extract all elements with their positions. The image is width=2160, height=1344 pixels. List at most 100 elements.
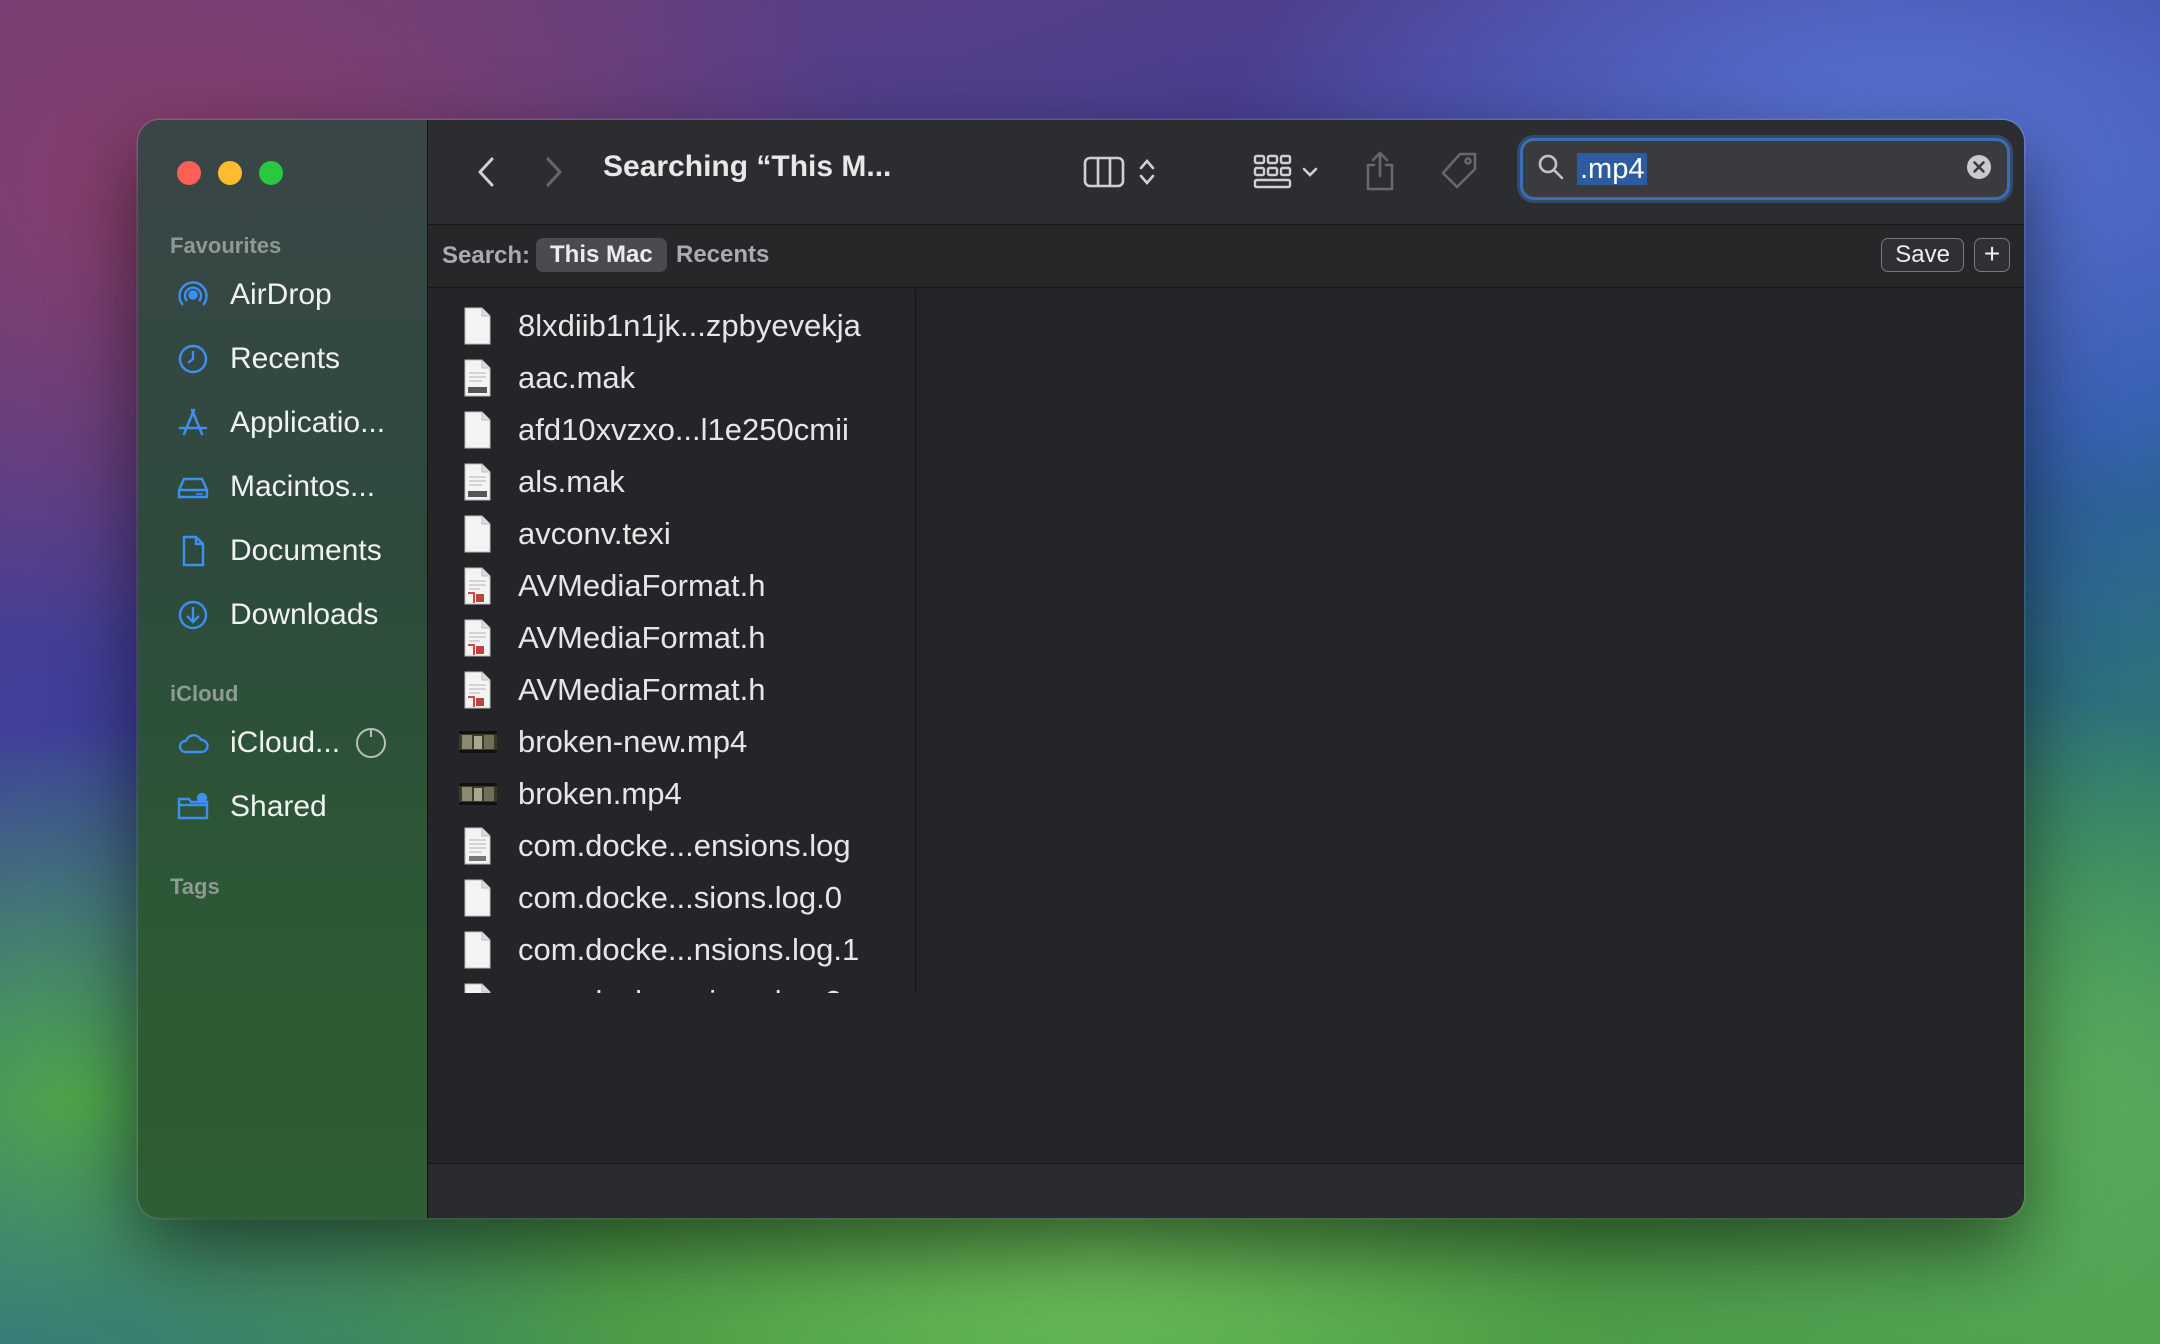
chevron-down-icon <box>1302 167 1318 177</box>
file-header-icon <box>458 619 496 657</box>
add-criteria-button[interactable]: + <box>1974 238 2010 272</box>
file-name: com.docke...sions.log.0 <box>518 880 842 915</box>
sync-progress-icon <box>356 728 386 758</box>
file-name: AVMediaFormat.h <box>518 620 766 655</box>
sidebar-item-macintosh-hd[interactable]: Macintos... <box>176 460 426 514</box>
file-row[interactable]: AVMediaFormat.h <box>458 560 766 612</box>
search-scope-bar: Search: This Mac Recents Save + <box>428 225 2024 288</box>
zoom-window-button[interactable] <box>259 161 283 185</box>
tags-header: Tags <box>170 874 220 899</box>
sidebar-item-label: Documents <box>230 534 382 567</box>
applications-icon <box>178 408 208 436</box>
file-blank-icon <box>458 879 496 917</box>
chevron-right-icon <box>546 157 562 187</box>
clock-icon <box>178 344 208 374</box>
file-row[interactable]: com.docke...nsions.log.1 <box>458 924 859 976</box>
file-video-icon <box>458 723 497 761</box>
file-make-icon <box>458 359 496 397</box>
sidebar-item-applications[interactable]: Applicatio... <box>176 396 426 450</box>
status-bar <box>428 1163 2024 1218</box>
sidebar-item-label: Applicatio... <box>230 406 386 439</box>
file-blank-icon <box>458 307 496 345</box>
file-row[interactable]: com.docke...ensions.log <box>458 820 851 872</box>
document-icon <box>182 535 205 567</box>
tag-icon <box>1441 152 1477 189</box>
save-search-button[interactable]: Save <box>1881 238 1964 272</box>
sidebar-item-label: Recents <box>230 342 341 375</box>
scope-recents-button[interactable]: Recents <box>662 238 783 272</box>
search-scope-label: Search: <box>442 242 531 269</box>
search-query-text: .mp4 <box>1577 153 1648 185</box>
scope-this-mac-button[interactable]: This Mac <box>536 238 667 272</box>
file-row[interactable]: als.mak <box>458 456 625 508</box>
file-blank-icon <box>458 515 496 553</box>
sidebar-item-documents[interactable]: Documents <box>176 524 426 578</box>
file-name: broken-new.mp4 <box>518 724 748 759</box>
sidebar-item-label: Macintos... <box>230 470 376 503</box>
search-input[interactable]: .mp4 <box>1520 138 2010 200</box>
file-name: AVMediaFormat.h <box>518 568 766 603</box>
file-blank-icon <box>458 411 496 449</box>
back-button[interactable] <box>466 152 506 192</box>
file-blank-icon <box>458 983 496 993</box>
updown-chevron-icon <box>1139 159 1155 185</box>
chevron-left-icon <box>478 157 494 187</box>
file-name: broken.mp4 <box>518 776 682 811</box>
forward-button[interactable] <box>534 152 574 192</box>
sidebar: Favourites AirDrop Recents Applicatio... <box>138 120 428 1218</box>
file-row[interactable]: avconv.texi <box>458 508 671 560</box>
file-row[interactable]: afd10xvzxo...l1e250cmii <box>458 404 849 456</box>
cloud-icon <box>178 734 209 754</box>
window-title: Searching “This M... <box>603 150 892 183</box>
sidebar-item-downloads[interactable]: Downloads <box>176 588 426 642</box>
file-log-icon <box>458 827 496 865</box>
share-button[interactable] <box>1358 146 1402 196</box>
file-name: aac.mak <box>518 360 636 395</box>
file-blank-icon <box>458 931 496 969</box>
file-row[interactable]: aac.mak <box>458 352 635 404</box>
file-name: AVMediaFormat.h <box>518 672 766 707</box>
file-make-icon <box>458 463 496 501</box>
file-name: avconv.texi <box>518 516 671 551</box>
clear-search-icon[interactable] <box>1965 153 1993 181</box>
shared-folder-icon <box>177 792 209 820</box>
sidebar-item-shared[interactable]: Shared <box>176 780 426 834</box>
search-icon <box>1538 154 1564 180</box>
file-name: afd10xvzxo...l1e250cmii <box>518 412 849 447</box>
minimize-window-button[interactable] <box>218 161 242 185</box>
file-header-icon <box>458 671 496 709</box>
window-controls <box>177 161 283 185</box>
file-row[interactable]: AVMediaFormat.h <box>458 612 766 664</box>
file-row[interactable]: broken.mp4 <box>458 768 682 820</box>
view-mode-button[interactable] <box>1080 150 1160 194</box>
sidebar-item-airdrop[interactable]: AirDrop <box>176 268 426 322</box>
file-name: com.docke...nsions.log.1 <box>518 932 860 967</box>
file-name: 8lxdiib1n1jk...zpbyevekja <box>518 308 861 343</box>
grid-icon <box>1253 154 1292 189</box>
sidebar-item-recents[interactable]: Recents <box>176 332 426 386</box>
file-header-icon <box>458 567 496 605</box>
search-results-column: 8lxdiib1n1jk...zpbyevekja aac.mak afd10xvz… <box>428 289 916 993</box>
file-row[interactable]: AVMediaFormat.h <box>458 664 766 716</box>
group-by-button[interactable] <box>1248 150 1324 194</box>
sidebar-item-label: Downloads <box>230 598 379 631</box>
airdrop-icon <box>178 281 208 306</box>
disk-icon <box>177 477 209 499</box>
toolbar: Searching “This M... .mp4 <box>428 120 2024 225</box>
finder-window: Favourites AirDrop Recents Applicatio... <box>138 120 2024 1218</box>
file-row[interactable]: 8lxdiib1n1jk...zpbyevekja <box>458 300 861 352</box>
share-icon <box>1366 151 1394 191</box>
icloud-header: iCloud <box>170 681 239 706</box>
columns-view-icon <box>1083 156 1125 188</box>
file-row[interactable]: com.docke...sions.log.0 <box>458 872 842 924</box>
sidebar-item-label: AirDrop <box>230 278 332 311</box>
file-row[interactable]: broken-new.mp4 <box>458 716 747 768</box>
file-row[interactable]: com.docke...sions.log.2 <box>458 976 842 993</box>
file-name: com.docke...ensions.log <box>518 828 851 863</box>
close-window-button[interactable] <box>177 161 201 185</box>
sidebar-item-label: Shared <box>230 790 327 823</box>
file-name: com.docke...sions.log.2 <box>518 984 842 993</box>
sidebar-item-icloud-drive[interactable]: iCloud... <box>176 716 426 770</box>
favourites-header: Favourites <box>170 233 282 258</box>
tag-button[interactable] <box>1436 146 1482 196</box>
